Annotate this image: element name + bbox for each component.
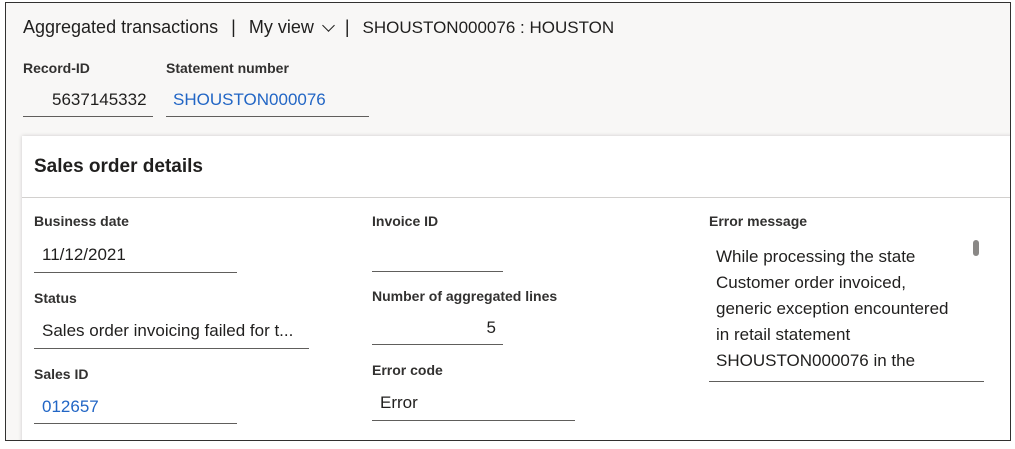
sales-id-label: Sales ID xyxy=(34,366,89,382)
statement-number-label: Statement number xyxy=(166,60,289,76)
chevron-down-icon xyxy=(321,18,335,32)
status-underline xyxy=(34,348,309,349)
page-header: Aggregated transactions | My view | SHOU… xyxy=(23,17,614,38)
invoice-id-field[interactable] xyxy=(380,245,500,265)
business-date-label: Business date xyxy=(34,213,129,229)
error-message-scrollbar[interactable] xyxy=(973,240,979,256)
sales-id-underline xyxy=(34,423,237,424)
statement-number-link[interactable]: SHOUSTON000076 xyxy=(173,90,326,110)
header-separator-2: | xyxy=(344,17,350,37)
aggregated-transactions-window: Aggregated transactions | My view | SHOU… xyxy=(5,2,1011,441)
record-id-label: Record-ID xyxy=(23,60,90,76)
aggregated-lines-underline xyxy=(372,344,503,345)
invoice-id-label: Invoice ID xyxy=(372,213,439,229)
aggregated-lines-field[interactable]: 5 xyxy=(372,318,496,338)
error-code-field[interactable]: Error xyxy=(380,393,418,413)
error-message-field[interactable]: While processing the state Customer orde… xyxy=(716,244,962,381)
header-separator: | xyxy=(231,17,236,37)
error-code-label: Error code xyxy=(372,362,443,378)
view-selector[interactable]: My view xyxy=(249,17,345,38)
status-label: Status xyxy=(34,290,77,306)
record-title: SHOUSTON000076 : HOUSTON xyxy=(362,17,615,37)
record-id-value: 5637145332 xyxy=(52,90,147,109)
page-title: Aggregated transactions xyxy=(23,17,219,37)
aggregated-lines-label: Number of aggregated lines xyxy=(372,288,558,304)
invoice-id-underline xyxy=(372,271,503,272)
sales-order-details-card: Sales order details Business date 11/12/… xyxy=(22,136,1010,440)
card-divider xyxy=(22,197,1010,198)
card-title[interactable]: Sales order details xyxy=(34,156,203,178)
statement-number-underline xyxy=(166,116,369,117)
error-code-underline xyxy=(372,420,575,421)
record-id-underline xyxy=(23,116,153,117)
error-message-underline xyxy=(709,381,984,382)
view-selector-label: My view xyxy=(248,17,314,37)
error-message-label: Error message xyxy=(709,213,808,229)
business-date-field[interactable]: 11/12/2021 xyxy=(42,245,126,265)
sales-id-link[interactable]: 012657 xyxy=(42,397,99,417)
status-field[interactable]: Sales order invoicing failed for t... xyxy=(42,321,293,341)
business-date-underline xyxy=(34,272,237,273)
